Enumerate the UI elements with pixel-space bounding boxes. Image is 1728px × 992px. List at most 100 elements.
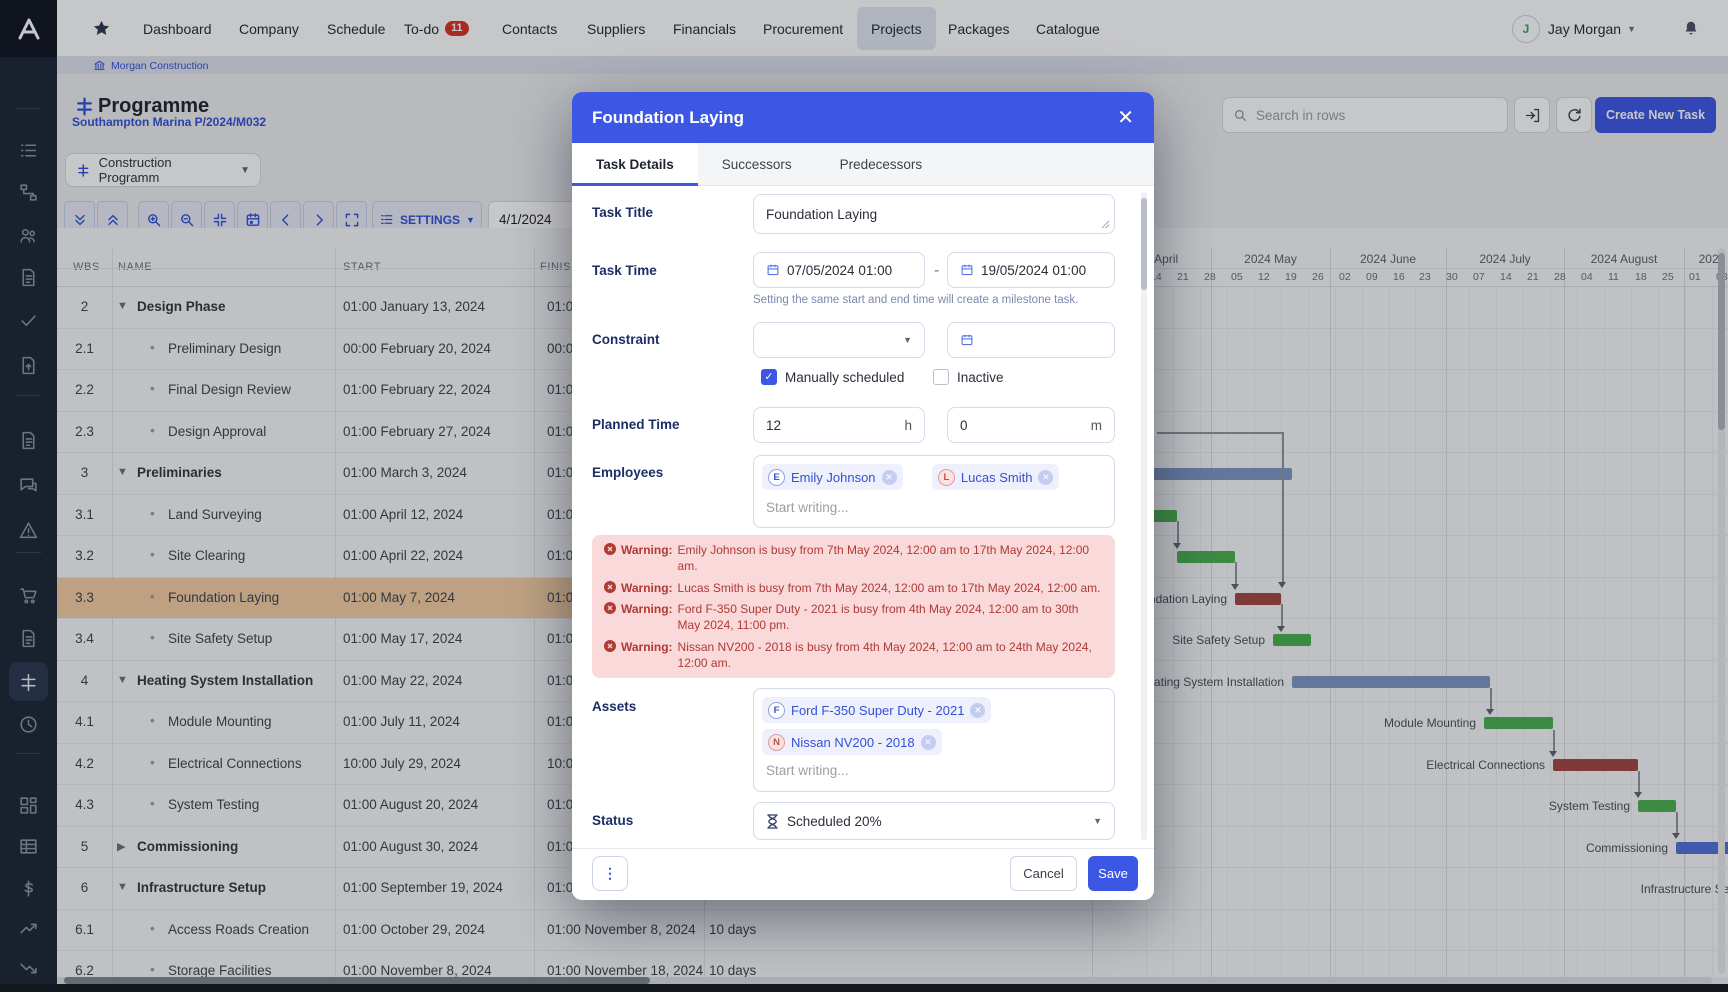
sidebar-item-trend-down-icon[interactable] bbox=[18, 958, 39, 979]
sidebar-item-task-list-icon[interactable] bbox=[18, 140, 39, 161]
sidebar-item-procurement-cart-icon[interactable] bbox=[18, 585, 39, 606]
gantt-bar-electrical-connections[interactable] bbox=[1553, 759, 1638, 771]
inactive-checkbox[interactable] bbox=[933, 369, 949, 385]
nav-item-procurement[interactable]: Procurement bbox=[763, 0, 843, 57]
sidebar-item-messages-icon[interactable] bbox=[18, 475, 39, 496]
task-end-input[interactable]: 19/05/2024 01:00 bbox=[947, 252, 1115, 288]
employee-chip-emily-johnson[interactable]: EEmily Johnson✕ bbox=[762, 464, 903, 490]
chevron-down-icon[interactable]: ▼ bbox=[117, 466, 128, 478]
gantt-bar-site-clearing[interactable] bbox=[1177, 551, 1235, 563]
sidebar-item-team-icon[interactable] bbox=[18, 225, 39, 246]
sidebar-item-orders-document-icon[interactable] bbox=[18, 628, 39, 649]
constraint-type-select[interactable]: ▼ bbox=[753, 322, 925, 358]
constraint-date-input[interactable] bbox=[947, 322, 1115, 358]
scrollbar-thumb[interactable] bbox=[1141, 198, 1147, 290]
task-title-input[interactable]: Foundation Laying bbox=[753, 194, 1115, 234]
search-input[interactable]: Search in rows bbox=[1222, 97, 1508, 133]
employees-multiselect[interactable]: EEmily Johnson✕LLucas Smith✕ Start writi… bbox=[753, 455, 1115, 528]
sidebar-item-file-upload-icon[interactable] bbox=[18, 355, 39, 376]
sidebar-item-org-chart-icon[interactable] bbox=[18, 182, 39, 203]
week-gridline bbox=[1712, 288, 1713, 977]
nav-item-financials[interactable]: Financials bbox=[673, 0, 736, 57]
gantt-bar-site-safety-setup[interactable] bbox=[1273, 634, 1311, 646]
program-selector[interactable]: Construction Programm ▼ bbox=[65, 153, 261, 187]
sidebar-item-contract-document-icon[interactable] bbox=[18, 430, 39, 451]
notifications-bell-icon[interactable] bbox=[1682, 19, 1700, 38]
favorites-star-icon[interactable] bbox=[92, 0, 111, 57]
chevron-down-icon[interactable]: ▼ bbox=[117, 300, 128, 312]
planned-minutes-input[interactable]: 0 m bbox=[947, 407, 1115, 443]
gantt-bar-module-mounting[interactable] bbox=[1484, 717, 1553, 729]
tab-predecessors[interactable]: Predecessors bbox=[816, 143, 947, 186]
week-day-label: 21 bbox=[1527, 271, 1539, 283]
nav-item-catalogue[interactable]: Catalogue bbox=[1036, 0, 1100, 57]
planned-hours-input[interactable]: 12 h bbox=[753, 407, 925, 443]
start-cell: 01:00 October 29, 2024 bbox=[343, 922, 485, 937]
assets-multiselect[interactable]: FFord F-350 Super Duty - 2021✕ NNissan NV… bbox=[753, 688, 1115, 792]
chevron-right-icon[interactable]: ▶ bbox=[117, 840, 125, 853]
sidebar-item-document-icon[interactable] bbox=[18, 267, 39, 288]
sidebar-item-data-table-icon[interactable] bbox=[18, 836, 39, 857]
asset-chip-nissan-nv200-2018[interactable]: NNissan NV200 - 2018✕ bbox=[762, 729, 942, 755]
chevron-down-icon: ▼ bbox=[466, 215, 475, 225]
error-circle-icon bbox=[604, 602, 616, 633]
gantt-bar-system-testing[interactable] bbox=[1638, 800, 1676, 812]
manually-scheduled-checkbox[interactable]: ✓ bbox=[761, 369, 777, 385]
week-day-label: 18 bbox=[1635, 271, 1647, 283]
horizontal-scrollbar[interactable] bbox=[57, 977, 1712, 984]
export-button[interactable] bbox=[1514, 97, 1550, 133]
nav-item-to-do[interactable]: To-do11 bbox=[404, 0, 469, 57]
chip-remove-icon[interactable]: ✕ bbox=[970, 703, 985, 718]
more-options-button[interactable]: ⋮ bbox=[592, 856, 628, 891]
sidebar-item-programme-gantt-icon[interactable] bbox=[18, 672, 39, 693]
gantt-bar-foundation-laying[interactable] bbox=[1235, 593, 1281, 605]
scrollbar-thumb[interactable] bbox=[1718, 253, 1725, 430]
user-menu[interactable]: J Jay Morgan ▼ bbox=[1512, 0, 1700, 57]
chip-remove-icon[interactable]: ✕ bbox=[921, 735, 936, 750]
resize-handle-icon[interactable] bbox=[1101, 220, 1110, 229]
table-row-6-1[interactable]: 6.1•Access Roads Creation01:00 October 2… bbox=[57, 910, 1728, 952]
start-cell: 01:00 November 8, 2024 bbox=[343, 963, 492, 977]
cancel-button[interactable]: Cancel bbox=[1010, 856, 1077, 891]
create-new-task-button[interactable]: Create New Task bbox=[1595, 97, 1716, 133]
nav-item-company[interactable]: Company bbox=[239, 0, 299, 57]
tab-successors[interactable]: Successors bbox=[698, 143, 816, 186]
leaf-bullet-icon: • bbox=[150, 506, 155, 521]
wbs-cell: 3.3 bbox=[57, 590, 112, 605]
nav-item-dashboard[interactable]: Dashboard bbox=[143, 0, 212, 57]
sidebar-item-dashboard-grid-icon[interactable] bbox=[18, 795, 39, 816]
app-logo[interactable] bbox=[0, 0, 57, 57]
chip-remove-icon[interactable]: ✕ bbox=[1038, 470, 1053, 485]
breadcrumb[interactable]: Morgan Construction bbox=[93, 59, 208, 72]
nav-item-projects[interactable]: Projects bbox=[857, 7, 936, 50]
sidebar-item-trend-up-icon[interactable] bbox=[18, 918, 39, 939]
table-row-6-2[interactable]: 6.2•Storage Facilities01:00 November 8, … bbox=[57, 951, 1728, 977]
gantt-vertical-scrollbar[interactable] bbox=[1718, 248, 1725, 974]
close-icon[interactable]: ✕ bbox=[1117, 108, 1134, 128]
project-subtitle[interactable]: Southampton Marina P/2024/M032 bbox=[72, 115, 266, 129]
sidebar-item-risk-warning-icon[interactable] bbox=[18, 520, 39, 541]
sidebar-item-finance-dollar-icon[interactable] bbox=[18, 878, 39, 899]
chip-remove-icon[interactable]: ✕ bbox=[882, 470, 897, 485]
chevron-down-icon[interactable]: ▼ bbox=[117, 881, 128, 893]
chevron-down-icon[interactable]: ▼ bbox=[117, 674, 128, 686]
nav-item-schedule[interactable]: Schedule bbox=[327, 0, 385, 57]
status-select[interactable]: Scheduled 20% ▼ bbox=[753, 802, 1115, 840]
refresh-icon bbox=[1566, 107, 1583, 124]
asset-chip-ford-f-350-super-duty-2021[interactable]: FFord F-350 Super Duty - 2021✕ bbox=[762, 697, 991, 723]
refresh-button[interactable] bbox=[1556, 97, 1592, 133]
gantt-bar-heating-system-installation[interactable] bbox=[1292, 676, 1490, 688]
sidebar-item-approvals-check-icon[interactable] bbox=[18, 310, 39, 331]
modal-header: Foundation Laying ✕ bbox=[572, 92, 1154, 143]
error-circle-icon bbox=[604, 581, 616, 596]
employee-chip-lucas-smith[interactable]: LLucas Smith✕ bbox=[932, 464, 1060, 490]
save-button[interactable]: Save bbox=[1088, 856, 1138, 891]
sidebar-item-time-clock-icon[interactable] bbox=[18, 714, 39, 735]
tab-task-details[interactable]: Task Details bbox=[572, 143, 698, 186]
nav-item-contacts[interactable]: Contacts bbox=[502, 0, 557, 57]
nav-item-suppliers[interactable]: Suppliers bbox=[587, 0, 645, 57]
scrollbar-thumb[interactable] bbox=[64, 977, 650, 984]
task-start-input[interactable]: 07/05/2024 01:00 bbox=[753, 252, 925, 288]
nav-item-packages[interactable]: Packages bbox=[948, 0, 1009, 57]
modal-scrollbar[interactable] bbox=[1141, 192, 1147, 840]
